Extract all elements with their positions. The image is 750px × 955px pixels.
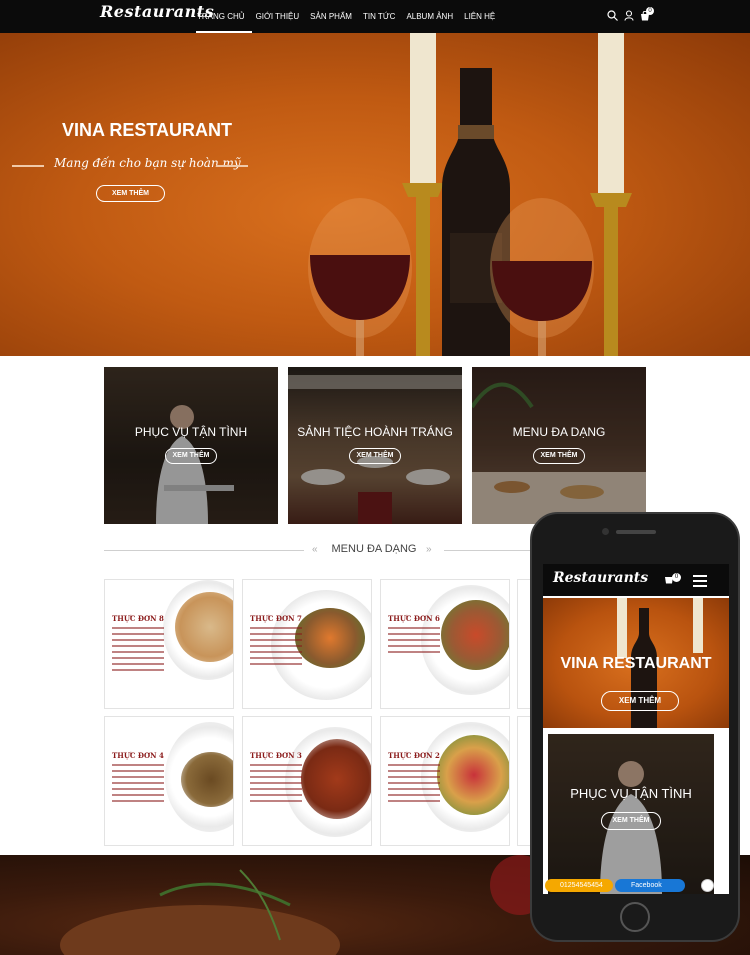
facebook-label: Facebook [631,882,662,889]
hero-slogan: Mang đến cho bạn sự hoàn mỹ [54,156,241,170]
messenger-icon[interactable] [701,879,714,892]
menu-card[interactable]: THỰC ĐƠN 6 [380,579,510,709]
mobile-hero-title: VINA RESTAURANT [560,655,712,672]
feature-title: PHỤC VỤ TẬN TÌNH [134,425,248,439]
mobile-logo[interactable]: Restaurants [553,570,648,586]
phone-contact-button[interactable]: 01254545454 [545,879,613,892]
hamburger-menu-icon[interactable] [693,575,707,590]
mobile-feature-card[interactable]: PHỤC VỤ TẬN TÌNH XEM THÊM [548,734,714,894]
menu-card[interactable]: THỰC ĐƠN 3 [242,716,372,846]
menu-card-title: THỰC ĐƠN 7 [250,614,302,623]
cart-count-badge: 0 [646,6,654,15]
menu-card-items [250,627,302,669]
search-icon[interactable] [607,10,618,21]
mobile-hero-button[interactable]: XEM THÊM [601,691,679,711]
phone-speaker [616,530,656,534]
menu-card-items [388,764,440,806]
slogan-divider-right [216,165,248,167]
menu-card[interactable]: THỰC ĐƠN 4 [104,716,234,846]
feature-more-button[interactable]: XEM THÊM [349,448,401,464]
feature-card-service[interactable]: PHỤC VỤ TẬN TÌNH XEM THÊM [104,367,278,524]
header-icons: 0 [607,6,654,21]
feature-overlay [104,367,278,524]
hero-banner: VINA RESTAURANT Mang đến cho bạn sự hoàn… [0,33,750,356]
mobile-card-button[interactable]: XEM THÊM [601,812,661,830]
phone-home-button [620,902,650,932]
hero-more-button[interactable]: XEM THÊM [96,185,165,202]
feature-overlay [472,367,646,524]
nav-item-news[interactable]: TIN TỨC [362,0,402,33]
user-icon[interactable] [624,10,634,21]
menu-card-title: THỰC ĐƠN 6 [388,614,440,623]
feature-card-hall[interactable]: SẢNH TIỆC HOÀNH TRÁNG XEM THÊM [288,367,462,524]
feature-overlay [288,367,462,524]
menu-card-items [250,764,302,806]
menu-card[interactable]: THỰC ĐƠN 2 [380,716,510,846]
feature-more-button[interactable]: XEM THÊM [533,448,585,464]
nav-item-about[interactable]: GIỚI THIỆU [255,0,307,33]
dish-food [295,608,365,668]
dish-food [441,600,509,670]
double-chevron-right-icon: » [426,544,432,555]
mobile-card-title: PHỤC VỤ TẬN TÌNH [570,786,692,801]
menu-card-title: THỰC ĐƠN 4 [112,751,164,760]
feature-more-button[interactable]: XEM THÊM [165,448,217,464]
menu-card-title: THỰC ĐƠN 2 [388,751,440,760]
dish-food [437,735,509,815]
facebook-button[interactable]: Facebook [615,879,685,892]
mobile-hero: VINA RESTAURANT XEM THÊM [543,598,729,728]
nav-item-home[interactable]: TRANG CHỦ [196,0,252,33]
menu-card[interactable]: THỰC ĐƠN 7 [242,579,372,709]
cart-button[interactable]: 0 [640,6,654,21]
main-nav: TRANG CHỦ GIỚI THIỆU SẢN PHẨM TIN TỨC AL… [196,0,505,33]
menu-card-items [112,764,164,806]
menu-card-items [388,627,440,657]
phone-number: 01254545454 [560,882,603,889]
mobile-preview-phone: Restaurants 0 VINA RESTAURANT XEM THÊM P… [530,512,740,942]
hero-title: VINA RESTAURANT [62,120,232,140]
menu-card-title: THỰC ĐƠN 3 [250,751,302,760]
dish-food [301,739,371,819]
hero-slogan-block: Mang đến cho bạn sự hoàn mỹ [12,156,248,174]
menu-card-items [112,627,164,675]
nav-item-contact[interactable]: LIÊN HỆ [463,0,502,33]
slogan-divider-left [12,165,44,167]
phone-camera [602,528,609,535]
mobile-header: Restaurants 0 [543,564,729,596]
mobile-contact-bar: 01254545454 Facebook [543,878,729,894]
nav-item-album[interactable]: ALBUM ẢNH [405,0,460,33]
feature-title: SẢNH TIỆC HOÀNH TRÁNG [297,425,453,439]
menu-card-title: THỰC ĐƠN 8 [112,614,164,623]
mobile-cart-count: 0 [672,573,681,582]
feature-card-menu[interactable]: MENU ĐA DẠNG XEM THÊM [472,367,646,524]
nav-item-products[interactable]: SẢN PHẨM [309,0,359,33]
mobile-screen: Restaurants 0 VINA RESTAURANT XEM THÊM P… [543,564,729,894]
feature-title: MENU ĐA DẠNG [512,425,606,439]
dish-food [181,752,233,807]
site-header: Restaurants TRANG CHỦ GIỚI THIỆU SẢN PHẨ… [0,0,750,33]
menu-card[interactable]: THỰC ĐƠN 8 [104,579,234,709]
